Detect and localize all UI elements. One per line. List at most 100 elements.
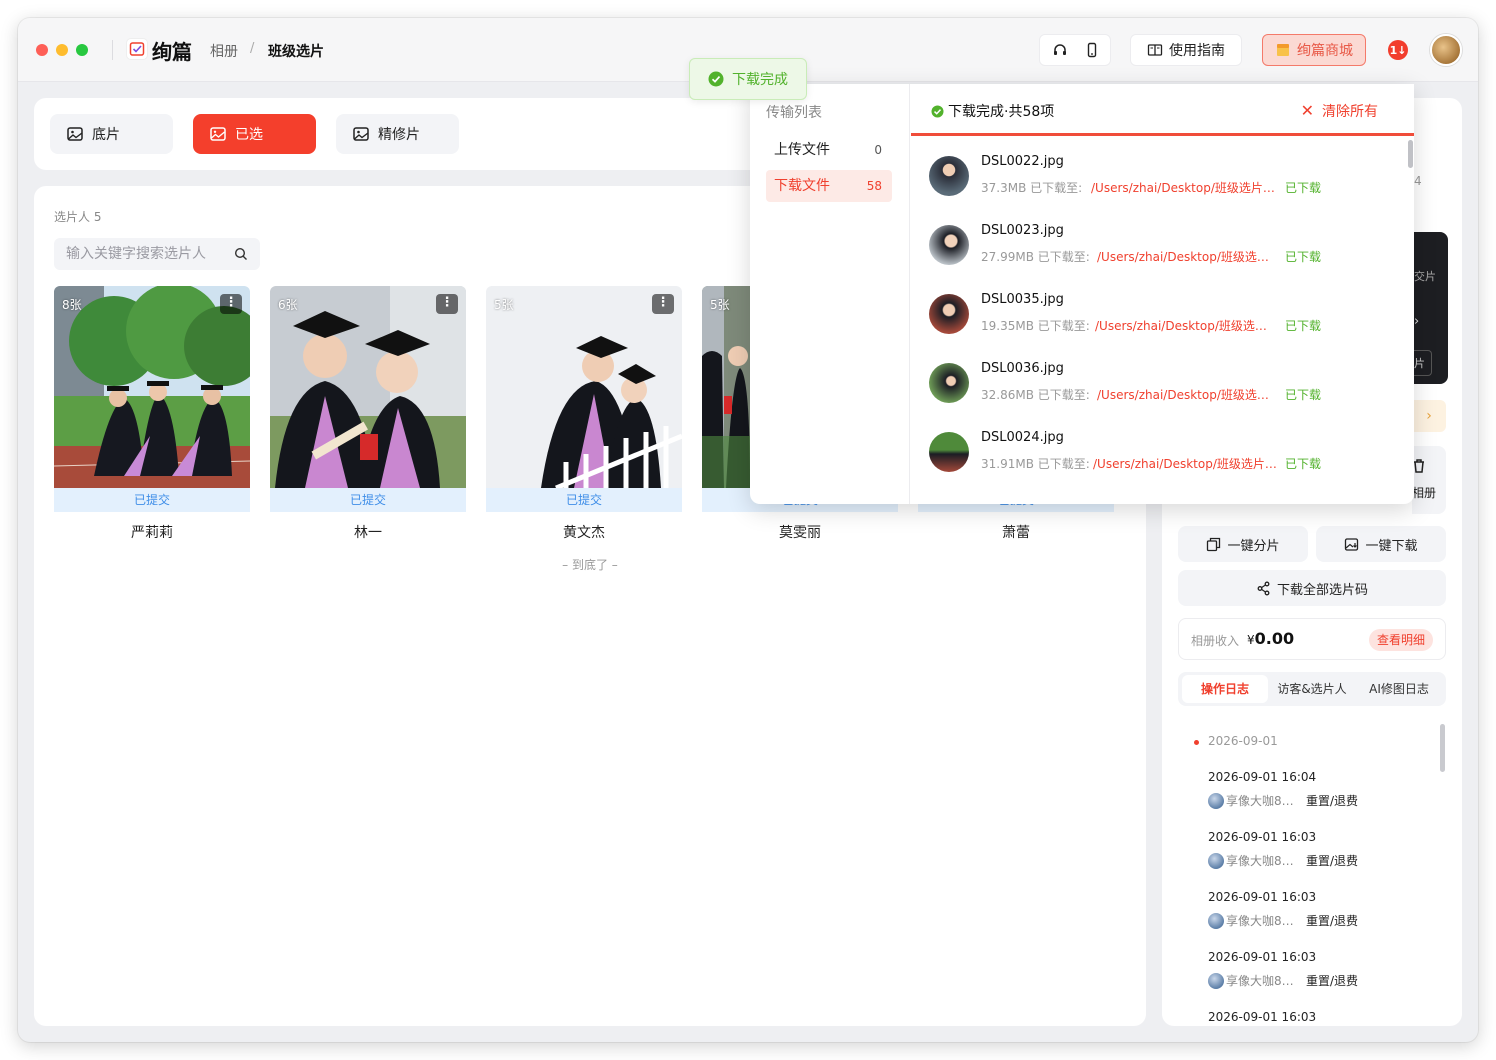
maximize-window-button[interactable] — [76, 44, 88, 56]
log-time: 2026-09-01 16:03 — [1208, 950, 1317, 964]
log-action: 重置/退费 — [1306, 914, 1359, 928]
image-check-icon — [210, 127, 226, 141]
close-window-button[interactable] — [36, 44, 48, 56]
clear-all-label: 清除所有 — [1322, 104, 1378, 120]
avatar — [1208, 973, 1224, 989]
log-user: 享像大咖8… — [1226, 854, 1294, 868]
log-action: 重置/退费 — [1306, 794, 1359, 808]
breadcrumb-separator: / — [250, 41, 255, 56]
graduation-photo — [54, 286, 250, 488]
mall-button[interactable]: 绚篇商城 — [1262, 34, 1366, 66]
file-name: DSL0024.jpg — [981, 430, 1064, 445]
file-item: DSL0035.jpg 19.35MB 已下载至: /Users/zhai/De… — [929, 292, 1399, 352]
close-icon: ✕ — [1300, 101, 1314, 120]
tab-ai-retouch-log[interactable]: AI修图日志 — [1356, 675, 1442, 703]
nav-upload-files[interactable]: 上传文件 0 — [766, 134, 892, 166]
picker-search-input[interactable]: 输入关键字搜索选片人 — [54, 238, 260, 270]
picker-photo[interactable]: 5张 ⋮ — [486, 286, 682, 488]
copy-icon — [1207, 537, 1221, 551]
more-options-icon[interactable]: ⋮ — [652, 294, 674, 314]
tab-label: 精修片 — [378, 127, 420, 143]
album-action[interactable]: 相册 — [1412, 446, 1446, 514]
picker-card[interactable]: 5张 ⋮ 已提交 黄文杰 — [486, 286, 682, 542]
log-time: 2026-09-01 16:03 — [1208, 1010, 1317, 1024]
headset-icon[interactable] — [1052, 42, 1068, 58]
app-name: 绚篇 — [152, 40, 192, 64]
log-date: 2026-09-01 — [1208, 734, 1278, 748]
log-scrollbar[interactable] — [1440, 724, 1445, 772]
more-options-icon[interactable]: ⋮ — [220, 294, 242, 314]
nav-count: 58 — [866, 179, 882, 193]
chevron-right-icon[interactable]: › — [1412, 400, 1446, 432]
file-thumbnail — [929, 156, 969, 196]
file-name: DSL0023.jpg — [981, 223, 1064, 238]
avatar — [1208, 793, 1224, 809]
picker-name: 莫雯丽 — [779, 525, 821, 541]
search-placeholder: 输入关键字搜索选片人 — [66, 246, 206, 262]
log-tabs: 操作日志 访客&选片人 AI修图日志 — [1178, 672, 1446, 706]
download-complete-status: 下载完成·共58项 — [931, 101, 1054, 121]
minimize-window-button[interactable] — [56, 44, 68, 56]
one-click-download-button[interactable]: 一键下载 — [1316, 526, 1446, 562]
file-path-link[interactable]: /Users/zhai/Desktop/班级选片… — [1093, 455, 1277, 472]
file-thumbnail — [929, 432, 969, 472]
download-codes-button[interactable]: 下载全部选片码 — [1178, 570, 1446, 606]
file-size: 27.99MB 已下载至: — [981, 250, 1090, 264]
log-user: 享像大咖8… — [1226, 794, 1294, 808]
picker-card[interactable]: 8张 ⋮ 已提交 严莉莉 — [54, 286, 250, 542]
log-entry: 2026-09-01 16:03 享像大咖8… 重置/退费 — [1208, 830, 1438, 870]
tab-selected[interactable]: 已选 — [193, 114, 316, 154]
file-path-link[interactable]: /Users/zhai/Desktop/班级选… — [1097, 386, 1269, 403]
mobile-icon[interactable] — [1084, 42, 1100, 58]
user-guide-label: 使用指南 — [1169, 43, 1225, 59]
file-path-link[interactable]: /Users/zhai/Desktop/班级选片… — [1091, 179, 1275, 196]
file-status: 已下载 — [1285, 319, 1322, 333]
file-status: 已下载 — [1285, 388, 1322, 402]
avatar — [1208, 913, 1224, 929]
tab-visitors[interactable]: 访客&选片人 — [1268, 675, 1356, 703]
file-name: DSL0036.jpg — [981, 361, 1064, 376]
check-circle-icon — [708, 71, 724, 87]
log-entry: 2026-09-01 16:03 享像大咖8… 重置/退费 — [1208, 950, 1438, 990]
split-button[interactable]: 一键分片 — [1178, 526, 1308, 562]
photo-count: 6张 — [278, 298, 298, 312]
log-user: 享像大咖8… — [1226, 914, 1294, 928]
picker-name: 严莉莉 — [131, 525, 173, 541]
nav-download-files[interactable]: 下载文件 58 — [766, 170, 892, 202]
album-income: 相册收入 ¥0.00 查看明细 — [1178, 618, 1446, 660]
delivery-button[interactable]: 片 — [1414, 350, 1432, 376]
album-label: 相册 — [1412, 486, 1437, 500]
download-complete-toast: 下载完成 — [689, 58, 807, 100]
notification-badge[interactable]: 1↓ — [1388, 40, 1408, 60]
chevron-right-icon[interactable]: › — [1414, 314, 1419, 329]
transfer-scrollbar[interactable] — [1408, 140, 1413, 168]
picker-photo[interactable]: 8张 ⋮ — [54, 286, 250, 488]
file-path-link[interactable]: /Users/zhai/Desktop/班级选… — [1095, 317, 1267, 334]
picker-card[interactable]: 6张 ⋮ 已提交 林一 — [270, 286, 466, 542]
file-path-link[interactable]: /Users/zhai/Desktop/班级选… — [1097, 248, 1269, 265]
end-of-list-note: – 到底了 – — [562, 558, 618, 572]
user-guide-button[interactable]: 使用指南 — [1130, 34, 1242, 66]
delivery-label: 交片 — [1414, 270, 1436, 283]
file-item: DSL0022.jpg 37.3MB 已下载至: /Users/zhai/Des… — [929, 154, 1399, 214]
more-options-icon[interactable]: ⋮ — [436, 294, 458, 314]
tab-operation-log[interactable]: 操作日志 — [1182, 675, 1268, 703]
tab-negatives[interactable]: 底片 — [50, 114, 173, 154]
picker-photo[interactable]: 6张 ⋮ — [270, 286, 466, 488]
avatar — [1208, 853, 1224, 869]
view-details-button[interactable]: 查看明细 — [1368, 629, 1433, 651]
tab-retouched[interactable]: 精修片 — [336, 114, 459, 154]
timeline-dot — [1194, 740, 1199, 745]
breadcrumb-album[interactable]: 相册 — [210, 41, 238, 61]
delivery-card[interactable]: 交片 › 片 — [1412, 232, 1448, 384]
graduation-photo — [270, 286, 466, 488]
app-logo-icon — [126, 38, 148, 60]
log-action: 重置/退费 — [1306, 854, 1359, 868]
user-avatar[interactable] — [1430, 34, 1462, 66]
status-badge: 已提交 — [486, 488, 682, 512]
transfer-header: 下载完成·共58项 ✕ 清除所有 — [911, 84, 1414, 136]
search-icon[interactable] — [234, 247, 248, 261]
income-value: ¥0.00 — [1247, 629, 1294, 648]
file-size: 31.91MB 已下载至: — [981, 457, 1090, 471]
clear-all-button[interactable]: ✕ 清除所有 — [1301, 101, 1378, 121]
